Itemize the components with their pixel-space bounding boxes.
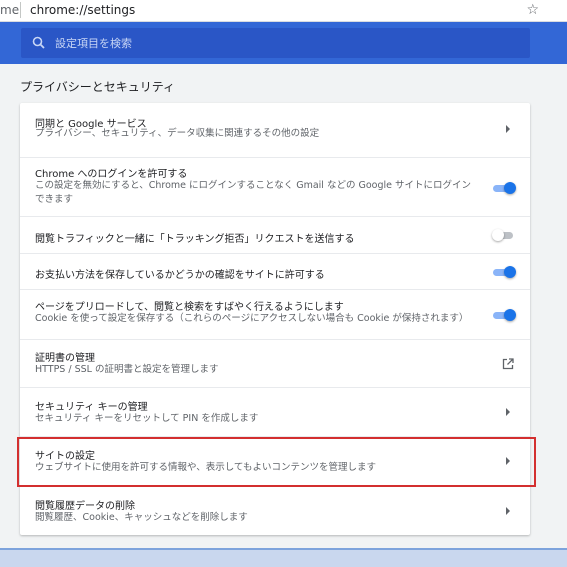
- row-sync-google-services[interactable]: 同期と Google サービス プライバシー、セキュリティ、データ収集に関連する…: [20, 103, 530, 157]
- external-link-icon[interactable]: [502, 358, 514, 370]
- toggle-preload-pages[interactable]: [492, 309, 516, 321]
- row-title: 閲覧履歴データの削除: [35, 501, 135, 512]
- row-title: お支払い方法を保存しているかどうかの確認をサイトに許可する: [35, 270, 325, 281]
- section-title: プライバシーとセキュリティ: [20, 80, 176, 94]
- toggle-payment-methods[interactable]: [492, 266, 516, 278]
- row-title: 閲覧トラフィックと一緒に「トラッキング拒否」リクエストを送信する: [35, 234, 355, 245]
- arrow-right-icon[interactable]: [504, 408, 512, 416]
- address-separator: [20, 2, 21, 18]
- row-clear-browsing-data[interactable]: 閲覧履歴データの削除 閲覧履歴、Cookie、キャッシュなどを削除します: [20, 486, 530, 535]
- row-payment-methods[interactable]: お支払い方法を保存しているかどうかの確認をサイトに許可する: [20, 253, 530, 289]
- row-title: ページをプリロードして、閲覧と検索をすばやく行えるようにします: [35, 302, 344, 313]
- address-url[interactable]: chrome://settings: [30, 3, 135, 17]
- address-bar[interactable]: me chrome://settings ☆: [0, 0, 567, 22]
- row-preload-pages[interactable]: ページをプリロードして、閲覧と検索をすばやく行えるようにします Cookie を…: [20, 289, 530, 339]
- row-subtitle: セキュリティ キーをリセットして PIN を作成します: [35, 413, 259, 424]
- row-subtitle: 閲覧履歴、Cookie、キャッシュなどを削除します: [35, 512, 248, 523]
- settings-header: 設定項目を検索: [0, 22, 567, 64]
- row-subtitle: Cookie を使って設定を保存する（これらのページにアクセスしない場合も Co…: [35, 313, 469, 324]
- bottom-bar: [0, 548, 567, 567]
- row-title: Chrome へのログインを許可する: [35, 169, 188, 180]
- row-security-keys[interactable]: セキュリティ キーの管理 セキュリティ キーをリセットして PIN を作成します: [20, 387, 530, 436]
- toggle-chrome-login[interactable]: [492, 182, 516, 194]
- arrow-right-icon[interactable]: [504, 125, 512, 133]
- row-chrome-login[interactable]: Chrome へのログインを許可する この設定を無効にすると、Chrome にロ…: [20, 157, 530, 216]
- search-box[interactable]: 設定項目を検索: [21, 28, 530, 58]
- search-input[interactable]: 設定項目を検索: [55, 35, 132, 51]
- star-icon[interactable]: ☆: [526, 1, 539, 19]
- row-title: 証明書の管理: [35, 353, 95, 364]
- arrow-right-icon[interactable]: [504, 507, 512, 515]
- site-settings-highlight-box: [17, 437, 536, 487]
- row-title: セキュリティ キーの管理: [35, 402, 148, 413]
- search-icon: [32, 36, 45, 49]
- row-subtitle-line2: できます: [35, 194, 74, 205]
- toggle-do-not-track[interactable]: [492, 229, 516, 241]
- row-subtitle-line1: この設定を無効にすると、Chrome にログインすることなく Gmail などの…: [35, 180, 472, 191]
- address-prefix: me: [0, 3, 20, 17]
- row-subtitle: HTTPS / SSL の証明書と設定を管理します: [35, 364, 219, 375]
- row-subtitle: プライバシー、セキュリティ、データ収集に関連するその他の設定: [35, 128, 320, 139]
- row-do-not-track[interactable]: 閲覧トラフィックと一緒に「トラッキング拒否」リクエストを送信する: [20, 216, 530, 253]
- row-manage-certificates[interactable]: 証明書の管理 HTTPS / SSL の証明書と設定を管理します: [20, 339, 530, 387]
